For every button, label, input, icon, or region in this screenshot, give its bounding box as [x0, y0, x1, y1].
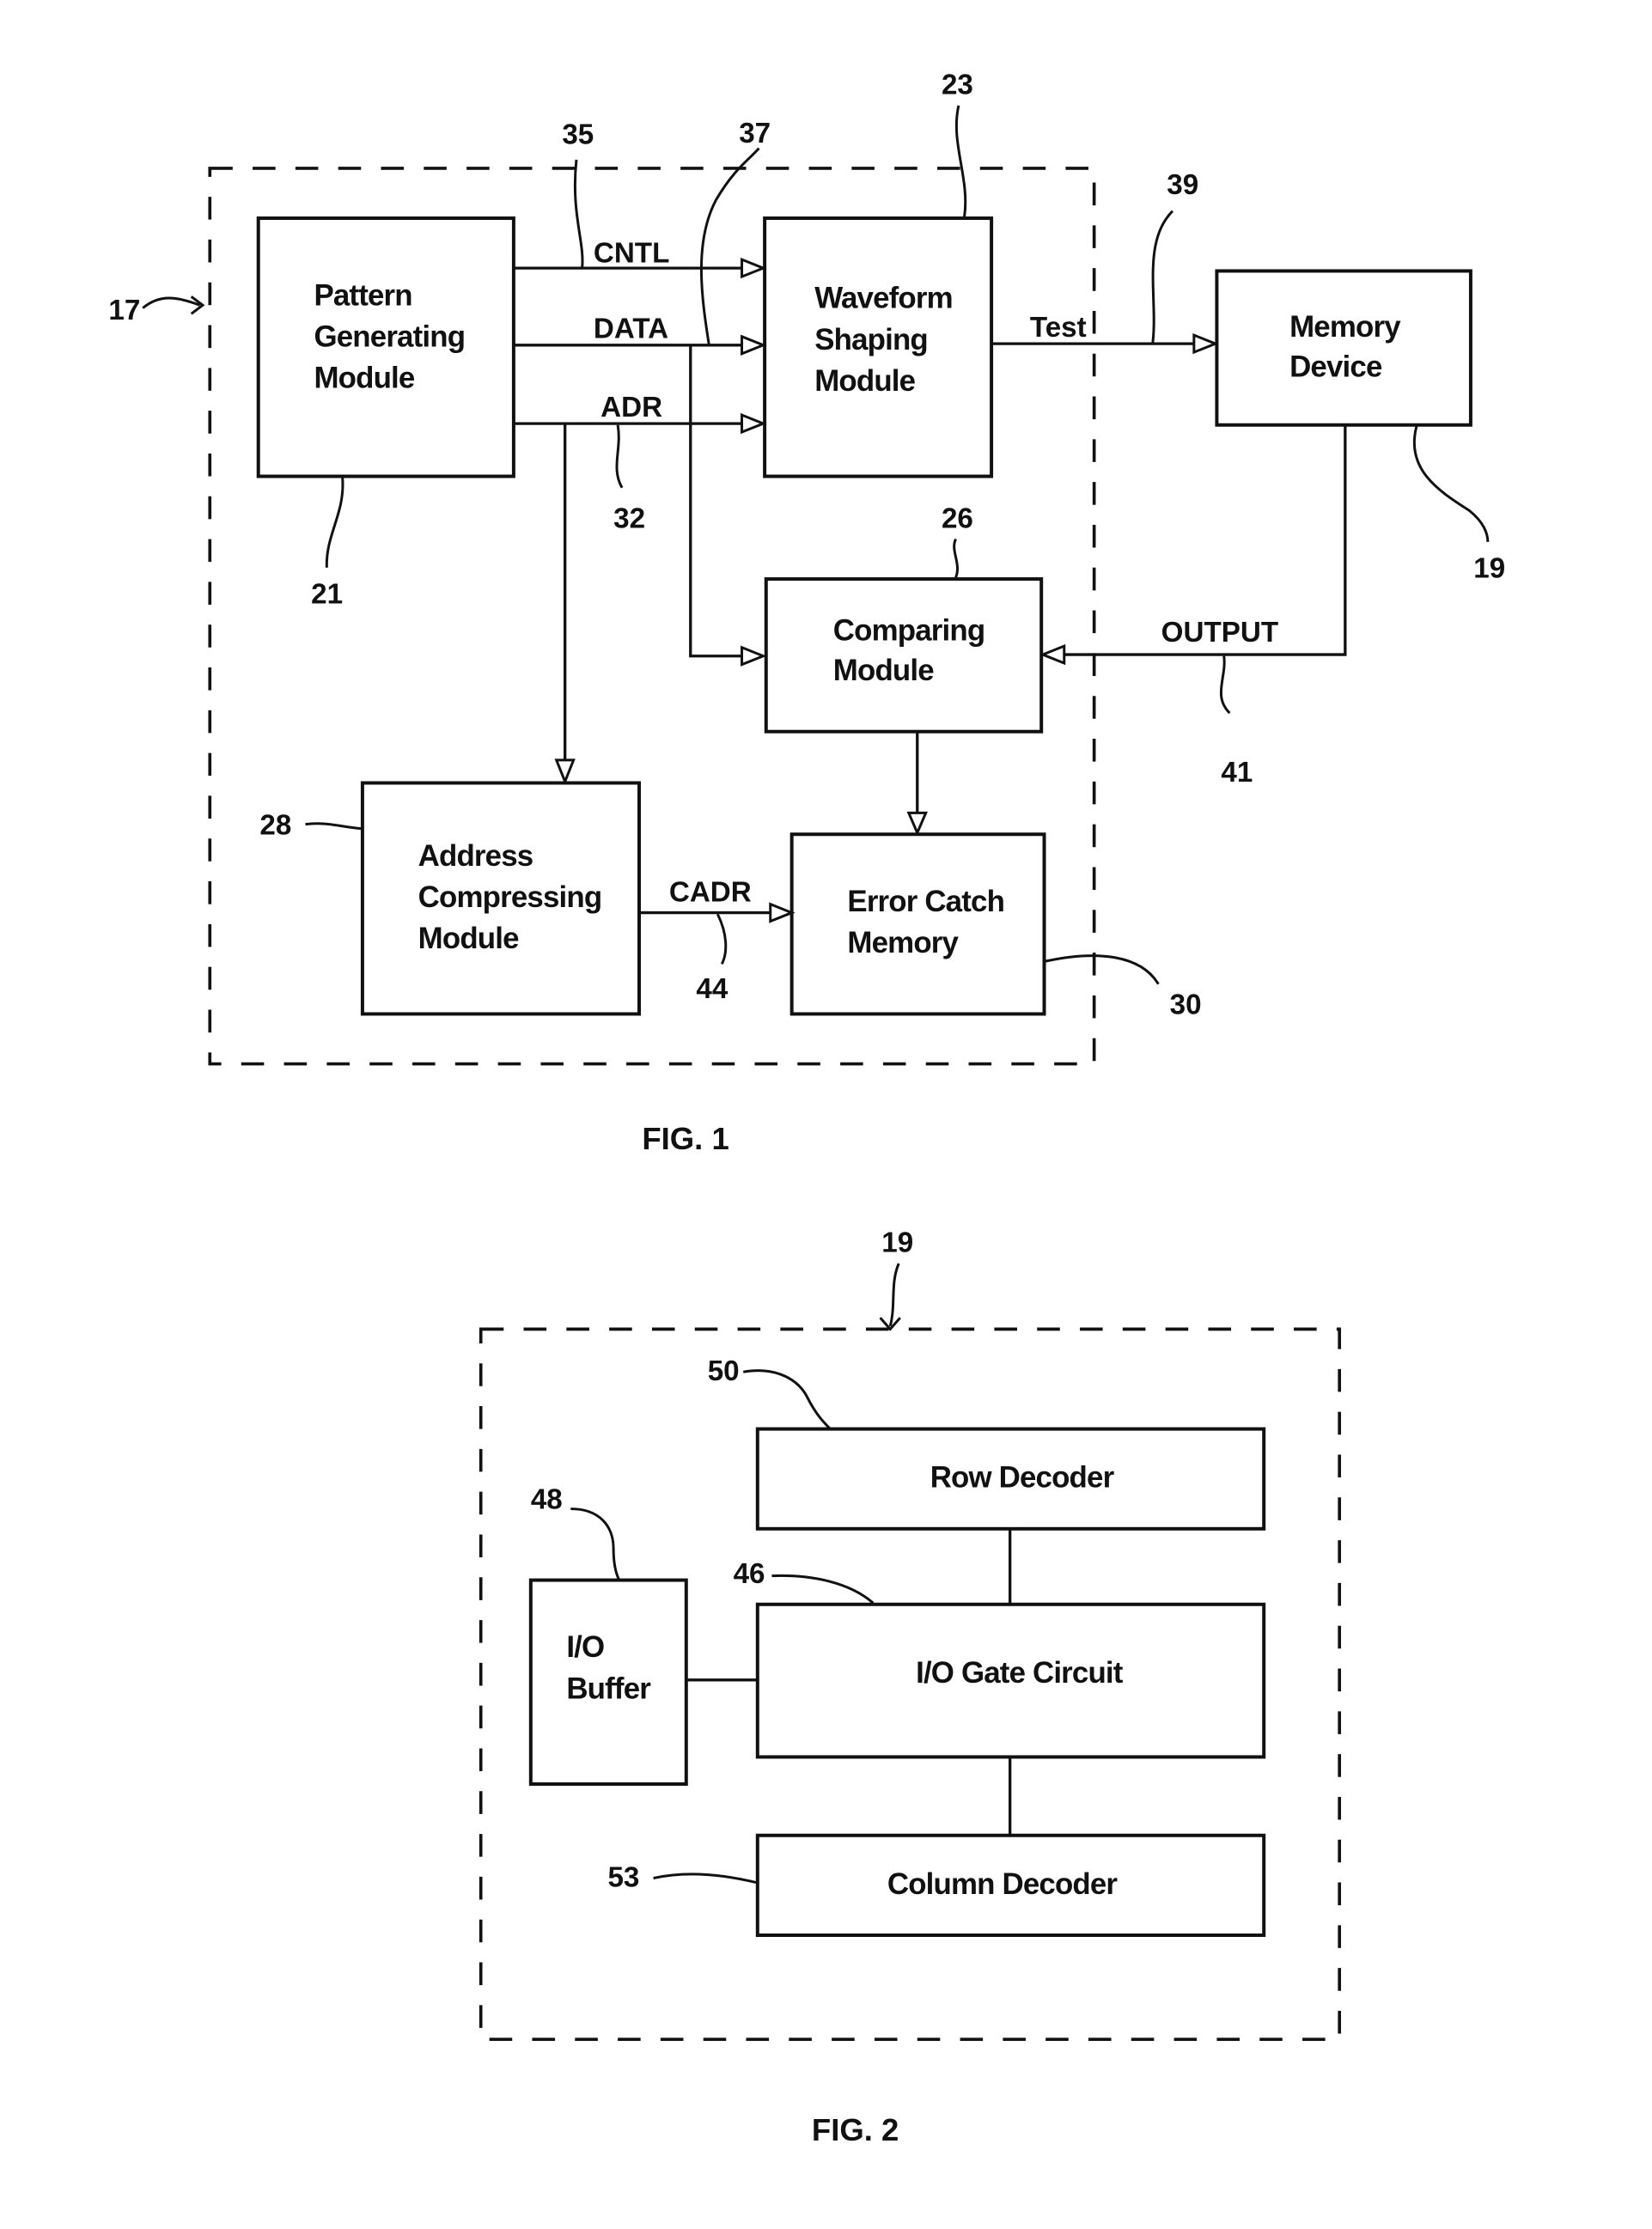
module-label-line: Column Decoder [887, 1867, 1119, 1901]
ref-48-leader [570, 1507, 621, 1581]
ref-37-leader [699, 147, 760, 346]
ref-26: 26 [942, 502, 973, 534]
ref-46-leader [771, 1574, 875, 1605]
module-label-line: Buffer [566, 1672, 651, 1705]
ref-19: 19 [1473, 552, 1505, 584]
patent-drawing-sheet: 17 Pattern Generating Module 21 Waveform… [108, 70, 1505, 2147]
ref-44: 44 [696, 973, 728, 1005]
ref-50: 50 [708, 1355, 740, 1387]
adr-label: ADR [600, 392, 662, 423]
cntl-arrowhead-icon [741, 257, 767, 279]
module-label-line: Module [833, 654, 934, 687]
test-arrowhead-icon [1192, 332, 1219, 355]
output-arrowhead-icon [1039, 643, 1066, 666]
figure-1-caption: FIG. 1 [642, 1121, 728, 1156]
io-gate-circuit: I/O Gate Circuit [755, 1602, 1266, 1759]
ref-30: 30 [1170, 989, 1202, 1020]
data-arrowhead-icon [741, 334, 767, 356]
ref-19-leader [1412, 426, 1490, 542]
ref-53-leader [653, 1873, 757, 1885]
ref-39: 39 [1167, 169, 1198, 201]
comparing-module: Comparing Module [764, 577, 1044, 734]
ref-30-leader [1045, 954, 1160, 985]
figure-2: 19 Row Decoder 50 I/O Gate Circuit 46 I/… [479, 1227, 1342, 2147]
ref-21-leader [325, 478, 344, 568]
cntl-label: CNTL [594, 237, 669, 269]
ref-17: 17 [108, 295, 140, 326]
module-label-line: Module [314, 362, 414, 395]
ref-46: 46 [734, 1558, 765, 1590]
adr-branch-arrowhead-icon [554, 758, 576, 785]
data-branch-arrowhead-icon [741, 645, 767, 667]
module-label-line: Compressing [418, 880, 602, 914]
ref-19-fig2-leader [888, 1263, 900, 1327]
module-label-line: I/O [566, 1630, 604, 1664]
ref-28-leader [305, 822, 362, 831]
ref-26-leader [953, 538, 959, 578]
module-label-line: Row Decoder [930, 1461, 1115, 1495]
ref-41: 41 [1221, 757, 1253, 789]
column-decoder: Column Decoder [755, 1833, 1266, 1937]
cadr-label: CADR [669, 876, 752, 908]
data-branch-wire [689, 344, 742, 658]
memory-device: Memory Device [1215, 269, 1472, 427]
data-label: DATA [594, 313, 668, 344]
pattern-generating-module: Pattern Generating Module [256, 216, 515, 478]
module-label-line: Pattern [314, 278, 411, 312]
output-label: OUTPUT [1161, 617, 1278, 649]
ref-28: 28 [259, 809, 291, 841]
ref-23-leader [954, 105, 967, 217]
row-decoder: Row Decoder [755, 1427, 1266, 1531]
compare-to-error-arrowhead-icon [906, 811, 928, 837]
module-label-line: Device [1289, 350, 1382, 383]
ref-48: 48 [531, 1484, 563, 1516]
module-label-line: Error Catch [847, 885, 1004, 918]
module-label-line: Shaping [814, 323, 928, 356]
ref-35: 35 [562, 119, 594, 151]
ref-41-leader [1219, 655, 1231, 715]
waveform-shaping-module: Waveform Shaping Module [763, 216, 994, 478]
module-label-line: Address [418, 839, 533, 873]
ref-19-fig2: 19 [881, 1227, 913, 1259]
module-label-line: Memory [847, 926, 959, 959]
module-label-line: Waveform [814, 282, 953, 315]
cadr-arrowhead-icon [769, 902, 796, 923]
ref-32-leader [615, 424, 624, 489]
error-catch-memory: Error Catch Memory [789, 832, 1046, 1016]
module-label-line: I/O Gate Circuit [916, 1656, 1124, 1690]
ref-39-leader [1151, 210, 1174, 344]
ref-37: 37 [739, 118, 771, 149]
ref-44-leader [716, 913, 728, 965]
module-label-line: Module [418, 922, 519, 955]
ref-35-leader [573, 159, 584, 269]
ref-50-leader [742, 1369, 832, 1430]
module-label-line: Comparing [833, 613, 985, 647]
module-label-line: Generating [314, 320, 465, 353]
ref-21: 21 [311, 578, 343, 610]
ref-53: 53 [607, 1862, 639, 1894]
figure-2-caption: FIG. 2 [812, 2112, 899, 2147]
module-label-line: Memory [1289, 310, 1401, 344]
module-label-line: Module [814, 364, 915, 398]
ref-17-leader [142, 296, 201, 309]
ref-32: 32 [613, 502, 645, 534]
ref-23: 23 [942, 70, 973, 101]
address-compressing-module: Address Compressing Module [360, 781, 641, 1016]
adr-arrowhead-icon [741, 412, 767, 435]
test-label: Test [1030, 312, 1087, 344]
figure-1: 17 Pattern Generating Module 21 Waveform… [108, 70, 1505, 1157]
io-buffer: I/O Buffer [528, 1578, 688, 1786]
